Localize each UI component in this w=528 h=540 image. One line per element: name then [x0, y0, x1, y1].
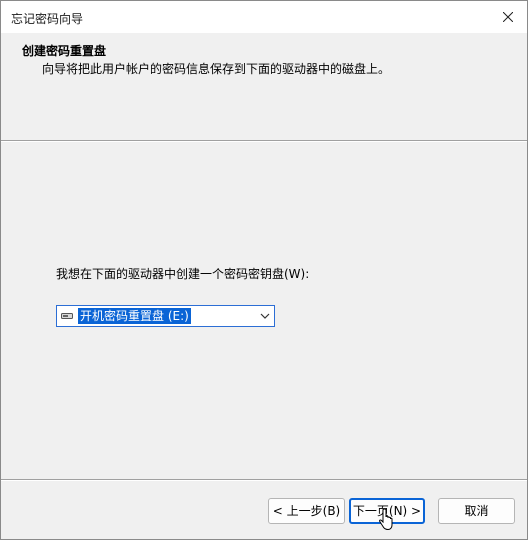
close-button[interactable] — [489, 1, 527, 33]
drive-select-value: 开机密码重置盘 (E:) — [78, 308, 191, 324]
close-icon — [503, 12, 513, 22]
title-bar: 忘记密码向导 — [1, 1, 527, 33]
footer-divider-highlight — [1, 480, 527, 481]
drive-icon — [61, 313, 73, 319]
wizard-content: 我想在下面的驱动器中创建一个密码密钥盘(W): 开机密码重置盘 (E:) — [1, 142, 527, 479]
next-button[interactable]: 下一页(N) > — [349, 498, 425, 524]
wizard-header: 创建密码重置盘 向导将把此用户帐户的密码信息保存到下面的驱动器中的磁盘上。 — [1, 33, 527, 139]
back-button[interactable]: < 上一步(B) — [268, 498, 345, 524]
chevron-down-icon — [260, 313, 270, 319]
page-title: 创建密码重置盘 — [22, 44, 107, 58]
drive-select-label: 我想在下面的驱动器中创建一个密码密钥盘(W): — [56, 267, 310, 281]
cancel-button[interactable]: 取消 — [438, 498, 515, 524]
drive-select-dropdown[interactable]: 开机密码重置盘 (E:) — [56, 305, 275, 327]
wizard-window: 忘记密码向导 创建密码重置盘 向导将把此用户帐户的密码信息保存到下面的驱动器中的… — [0, 0, 528, 540]
window-title: 忘记密码向导 — [11, 12, 84, 26]
page-subtitle: 向导将把此用户帐户的密码信息保存到下面的驱动器中的磁盘上。 — [42, 62, 391, 76]
